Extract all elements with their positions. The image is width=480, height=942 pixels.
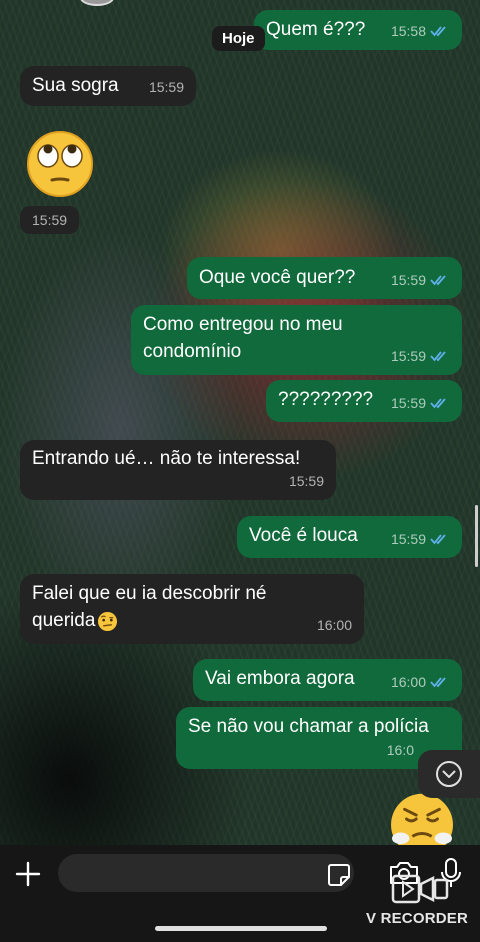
sticker-icon[interactable] [326,862,352,888]
message-text-line: querida [32,610,96,631]
message-text-line: Como entregou no meu [143,314,343,335]
read-ticks-icon [430,677,446,688]
message-text: ????????? [278,389,374,410]
date-chip: Hoje [212,26,265,51]
message-time: 16:00 [316,617,352,633]
message-outgoing[interactable]: Você é louca 15:59 [237,516,462,558]
chevron-down-icon [436,761,462,787]
message-time: 15:59 [148,79,184,95]
read-ticks-icon [430,275,446,286]
message-time: 16:0 [386,742,414,758]
message-outgoing[interactable]: ????????? 15:59 [266,380,462,422]
read-ticks-icon [430,351,446,362]
message-time: 15:59 [390,272,426,288]
scroll-down-button[interactable] [418,750,480,798]
message-time: 15:59 [390,531,426,547]
message-outgoing[interactable]: Quem é??? 15:58 [254,10,462,50]
watermark-text: V RECORDER [366,910,469,927]
message-input[interactable] [58,854,354,892]
chat-area[interactable]: Quem é??? 15:58 Hoje Sua sogra 15:59 15:… [0,0,480,848]
message-text: Vai embora agora [205,668,355,689]
message-time: 15:59 [20,206,80,234]
message-outgoing[interactable]: Vai embora agora 16:00 [193,659,462,701]
recorder-logo-icon [391,874,449,904]
message-text: Você é louca [249,525,358,546]
message-outgoing[interactable]: Como entregou no meu condomínio 15:59 [131,305,462,375]
message-text: Entrando ué… não te interessa! [32,448,301,469]
face-with-raised-eyebrow-icon [98,611,118,631]
face-with-rolling-eyes-icon[interactable] [24,126,96,198]
message-time: 15:58 [390,23,426,39]
home-indicator[interactable] [155,926,327,931]
read-ticks-icon [430,26,446,37]
plus-icon[interactable] [14,860,42,888]
read-ticks-icon [430,534,446,545]
scrollbar-thumb[interactable] [475,505,478,567]
read-ticks-icon [430,398,446,409]
message-incoming[interactable]: Falei que eu ia descobrir né querida 16:… [20,574,364,644]
message-incoming[interactable]: Sua sogra 15:59 [20,66,196,106]
message-time: 15:59 [288,473,324,489]
message-text: Sua sogra [32,75,119,96]
message-time: 15:59 [390,348,426,364]
message-text-line: condomínio [143,341,242,362]
message-text: Quem é??? [266,19,366,40]
message-outgoing[interactable]: Oque você quer?? 15:59 [187,257,462,299]
message-time: 16:00 [390,674,426,690]
avatar[interactable] [80,0,114,6]
message-text-line: Falei que eu ia descobrir né [32,583,267,604]
message-text: Oque você quer?? [199,267,356,288]
message-time: 15:59 [390,395,426,411]
message-incoming[interactable]: Entrando ué… não te interessa! 15:59 [20,440,336,500]
